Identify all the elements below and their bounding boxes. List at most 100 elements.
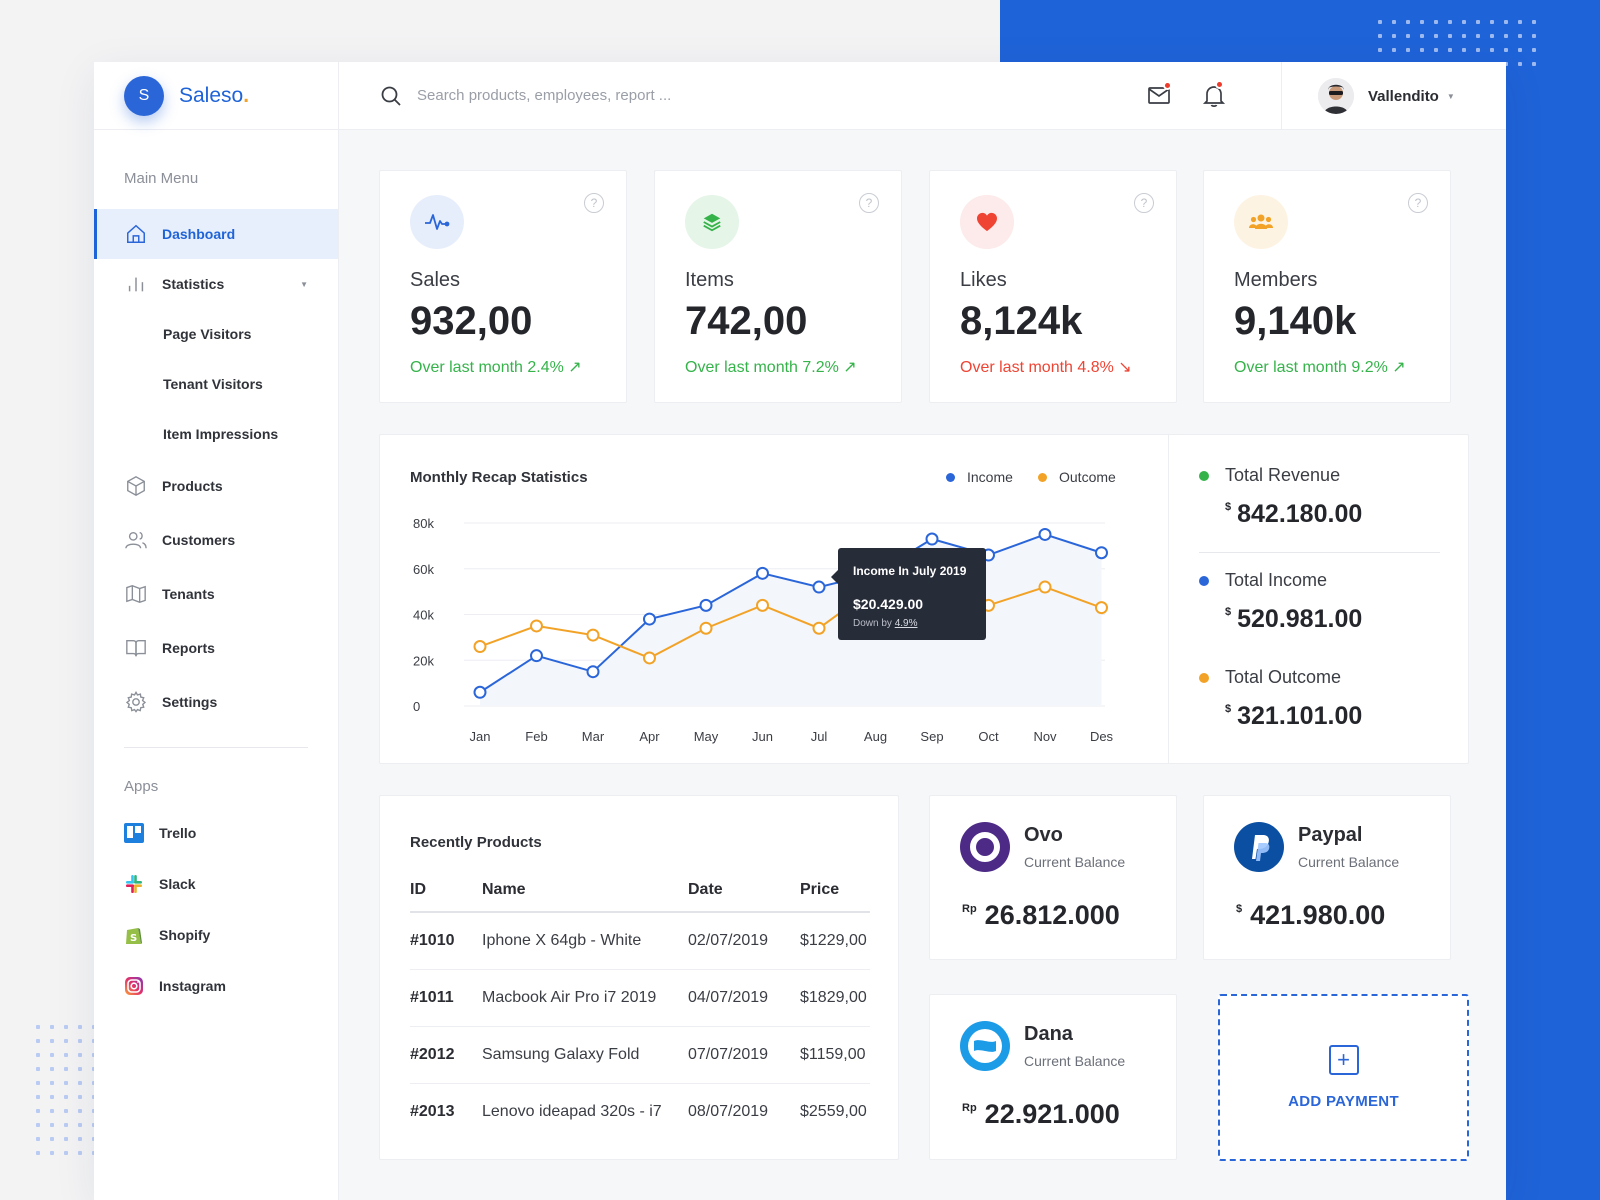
sidebar-item-statistics[interactable]: Statistics ▼ — [94, 259, 338, 309]
total-revenue: Total Revenue $842.180.00 — [1199, 465, 1362, 529]
stat-card-likes: ? Likes 8,124k Over last month 4.8% ↘ — [929, 170, 1177, 403]
help-icon[interactable]: ? — [1134, 193, 1154, 213]
notification-badge — [1163, 81, 1172, 90]
payment-name: Dana — [1024, 1023, 1073, 1045]
column-header[interactable]: Price — [800, 868, 870, 913]
app-item-trello[interactable]: Trello — [94, 807, 338, 858]
divider — [1199, 552, 1440, 553]
paypal-icon — [1234, 822, 1284, 872]
x-tick-label: Mar — [582, 729, 605, 744]
table-row[interactable]: #2013 Lenovo ideapad 320s - i7 08/07/201… — [410, 1083, 870, 1140]
help-icon[interactable]: ? — [1408, 193, 1428, 213]
tooltip-value: $20.429.00 — [853, 596, 924, 612]
ovo-icon — [960, 822, 1010, 872]
stat-change: Over last month 7.2% ↗ — [685, 359, 857, 376]
table-row[interactable]: #1010 Iphone X 64gb - White 02/07/2019 $… — [410, 912, 870, 970]
total-value: 842.180.00 — [1237, 500, 1363, 528]
sidebar-item-dashboard[interactable]: Dashboard — [94, 209, 338, 259]
payment-name: Paypal — [1298, 824, 1363, 846]
outcome-point — [586, 628, 600, 642]
income-point — [1038, 527, 1052, 541]
app-item-slack[interactable]: Slack — [94, 858, 338, 909]
table-row[interactable]: #2012 Samsung Galaxy Fold 07/07/2019 $11… — [410, 1026, 870, 1084]
product-id: #2013 — [410, 1102, 455, 1120]
search-input[interactable] — [417, 87, 917, 104]
slack-icon — [124, 874, 144, 894]
payment-card-dana[interactable]: Dana Current Balance Rp 22.921.000 — [929, 994, 1177, 1160]
apps-title: Apps — [124, 778, 159, 795]
column-header[interactable]: ID — [410, 868, 482, 913]
outcome-point — [812, 621, 826, 635]
payment-balance: 26.812.000 — [984, 900, 1120, 930]
brand[interactable]: S Saleso. — [94, 62, 338, 130]
sidebar-item-label: Settings — [162, 694, 218, 710]
sidebar-item-products[interactable]: Products — [94, 459, 338, 513]
stat-change: Over last month 4.8% ↘ — [960, 359, 1132, 376]
sidebar-subitem-page-visitors[interactable]: Page Visitors — [94, 309, 338, 359]
add-payment-button[interactable]: + ADD PAYMENT — [1218, 994, 1469, 1161]
sidebar-subitem-item-impressions[interactable]: Item Impressions — [94, 409, 338, 459]
chevron-down-icon: ▼ — [300, 279, 308, 289]
map-icon — [124, 582, 148, 606]
payment-balance: 22.921.000 — [984, 1099, 1120, 1129]
income-point — [530, 649, 543, 663]
income-area — [480, 534, 1102, 706]
sidebar-item-settings[interactable]: Settings — [94, 675, 338, 729]
sidebar-item-reports[interactable]: Reports — [94, 621, 338, 675]
outcome-point — [643, 651, 656, 665]
table-header-row: ID Name Date Price — [410, 868, 870, 913]
plus-icon: + — [1328, 1045, 1359, 1075]
income-point — [473, 685, 487, 699]
x-tick-label: Jun — [752, 729, 773, 744]
recent-products-card: Recently Products ID Name Date Price #10… — [379, 795, 899, 1160]
outcome-point — [1038, 580, 1052, 594]
user-menu[interactable]: Vallendito ▼ — [1281, 62, 1506, 130]
x-tick-label: May — [694, 729, 719, 744]
search-icon[interactable] — [379, 84, 403, 108]
payment-subtitle: Current Balance — [1298, 854, 1400, 870]
outcome-point — [1095, 601, 1108, 615]
stat-value: 9,140k — [1234, 299, 1357, 343]
payment-card-ovo[interactable]: Ovo Current Balance Rp 26.812.000 — [929, 795, 1177, 960]
help-icon[interactable]: ? — [584, 193, 604, 213]
x-tick-label: Feb — [525, 729, 547, 744]
arrow-up-right-icon: ↗ — [843, 359, 857, 376]
app-item-shopify[interactable]: S Shopify — [94, 909, 338, 960]
payment-subtitle: Current Balance — [1024, 854, 1126, 870]
tooltip-title: Income In July 2019 — [853, 564, 967, 578]
product-date: 02/07/2019 — [688, 912, 800, 970]
income-point — [925, 532, 939, 546]
y-tick-label: 0 — [413, 699, 420, 714]
help-icon[interactable]: ? — [859, 193, 879, 213]
tooltip-sub: Down by 4.9% — [853, 618, 918, 629]
app-item-instagram[interactable]: Instagram — [94, 960, 338, 1011]
sidebar-item-tenants[interactable]: Tenants — [94, 567, 338, 621]
sidebar-item-label: Reports — [162, 640, 215, 656]
column-header[interactable]: Name — [482, 868, 688, 913]
product-name: Iphone X 64gb - White — [482, 912, 688, 970]
product-id: #1011 — [410, 969, 482, 1027]
x-tick-label: Des — [1090, 729, 1114, 744]
product-date: 07/07/2019 — [688, 1026, 800, 1084]
sidebar: S Saleso. Main Menu Dashboard Statistics… — [94, 62, 339, 1200]
sidebar-subitem-tenant-visitors[interactable]: Tenant Visitors — [94, 359, 338, 409]
payment-card-paypal[interactable]: Paypal Current Balance $421.980.00 — [1203, 795, 1451, 960]
outcome-point — [530, 619, 543, 633]
mail-icon[interactable] — [1146, 81, 1172, 108]
stat-card-items: ? Items 742,00 Over last month 7.2% ↗ — [654, 170, 902, 403]
total-income: Total Income $520.981.00 — [1199, 570, 1362, 634]
pulse-icon — [410, 195, 464, 249]
sidebar-item-customers[interactable]: Customers — [94, 513, 338, 567]
stat-label: Likes — [960, 269, 1007, 291]
stat-change: Over last month 2.4% ↗ — [410, 359, 582, 376]
totals-panel: Total Revenue $842.180.00 Total Income $… — [1168, 435, 1470, 763]
gear-icon — [124, 690, 148, 714]
column-header[interactable]: Date — [688, 868, 800, 913]
income-point — [699, 598, 713, 612]
product-price: $1829,00 — [800, 969, 870, 1027]
bell-icon[interactable] — [1201, 80, 1227, 108]
stat-label: Items — [685, 269, 734, 291]
table-row[interactable]: #1011 Macbook Air Pro i7 2019 04/07/2019… — [410, 969, 870, 1027]
currency-symbol: $ — [1236, 903, 1243, 915]
outcome-point — [699, 621, 713, 635]
